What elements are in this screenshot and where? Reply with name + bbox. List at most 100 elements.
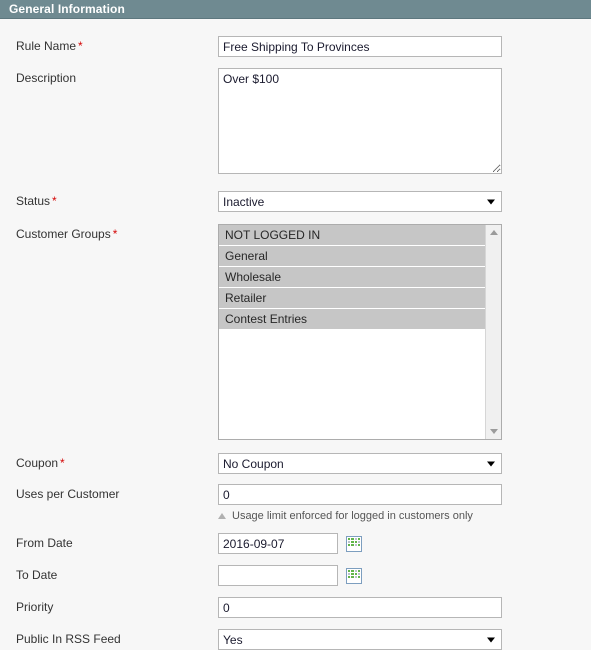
calendar-cell <box>357 540 360 543</box>
list-item[interactable]: NOT LOGGED IN <box>219 225 485 246</box>
label-customer-groups-text: Customer Groups <box>16 227 111 241</box>
control-public-in-rss-feed: Yes <box>218 629 591 650</box>
calendar-cell <box>351 569 354 572</box>
calendar-cell <box>351 543 354 546</box>
calendar-icon[interactable] <box>346 535 362 552</box>
label-from-date-text: From Date <box>16 536 73 550</box>
calendar-cell <box>354 569 357 572</box>
label-status: Status * <box>0 191 218 208</box>
field-row-to-date: To Date <box>0 565 591 586</box>
label-uses-per-customer-text: Uses per Customer <box>16 487 120 501</box>
list-item[interactable]: Retailer <box>219 288 485 309</box>
uses-per-customer-input[interactable] <box>218 484 502 505</box>
calendar-cell <box>351 572 354 575</box>
calendar-cell <box>348 575 351 578</box>
control-to-date <box>218 565 591 586</box>
priority-input[interactable] <box>218 597 502 618</box>
uses-per-customer-note: Usage limit enforced for logged in custo… <box>218 510 591 522</box>
calendar-cell <box>357 569 360 572</box>
calendar-cell <box>357 575 360 578</box>
general-information-form: Rule Name* Description Over $100 Status*… <box>0 36 591 650</box>
required-asterisk: * <box>112 227 118 241</box>
control-description: Over $100 <box>218 68 591 174</box>
field-row-priority: Priority <box>0 597 591 618</box>
calendar-cell <box>357 572 360 575</box>
calendar-cell <box>354 537 357 540</box>
calendar-icon-grid <box>348 537 360 546</box>
description-textarea[interactable]: Over $100 <box>218 68 502 174</box>
customer-groups-option-list: NOT LOGGED IN General Wholesale Retailer… <box>219 225 485 439</box>
label-status-text: Status <box>16 194 51 208</box>
customer-groups-multiselect[interactable]: NOT LOGGED IN General Wholesale Retailer… <box>218 224 502 440</box>
scroll-down-arrow-icon[interactable] <box>489 429 498 434</box>
section-header: General Information <box>0 0 591 19</box>
status-select[interactable]: Inactive <box>218 191 502 212</box>
label-coupon-text: Coupon <box>16 456 59 470</box>
label-description-text: Description <box>16 71 77 85</box>
list-item[interactable]: General <box>219 246 485 267</box>
field-row-description: Description Over $100 <box>0 68 591 174</box>
calendar-cell <box>357 537 360 540</box>
public-in-rss-feed-select-value: Yes <box>223 632 243 647</box>
section-header-title: General Information <box>9 2 125 16</box>
calendar-cell <box>351 575 354 578</box>
uses-per-customer-note-text: Usage limit enforced for logged in custo… <box>232 510 473 522</box>
calendar-cell <box>348 537 351 540</box>
rule-name-input[interactable] <box>218 36 502 57</box>
calendar-cell <box>354 540 357 543</box>
label-to-date: To Date <box>0 565 218 582</box>
calendar-cell <box>348 569 351 572</box>
label-uses-per-customer: Uses per Customer <box>0 484 218 501</box>
field-row-status: Status * Inactive <box>0 191 591 212</box>
chevron-down-icon <box>487 461 495 466</box>
label-customer-groups: Customer Groups * <box>0 224 218 241</box>
calendar-cell <box>357 543 360 546</box>
label-public-in-rss-feed: Public In RSS Feed <box>0 629 218 646</box>
calendar-cell <box>348 540 351 543</box>
public-in-rss-feed-select-box[interactable]: Yes <box>218 629 502 650</box>
customer-groups-scrollbar[interactable] <box>485 225 501 439</box>
calendar-cell <box>354 543 357 546</box>
public-in-rss-feed-select[interactable]: Yes <box>218 629 502 650</box>
label-coupon: Coupon * <box>0 453 218 470</box>
control-rule-name <box>218 36 591 57</box>
status-select-value: Inactive <box>223 194 265 209</box>
from-date-input[interactable] <box>218 533 338 554</box>
coupon-select-box[interactable]: No Coupon <box>218 453 502 474</box>
label-rule-name-text: Rule Name <box>16 39 77 53</box>
label-description: Description <box>0 68 218 85</box>
control-uses-per-customer: Usage limit enforced for logged in custo… <box>218 484 591 522</box>
label-rule-name: Rule Name * <box>0 36 218 53</box>
list-item[interactable]: Contest Entries <box>219 309 485 330</box>
required-asterisk: * <box>60 456 65 470</box>
calendar-icon-grid <box>348 569 360 578</box>
calendar-cell <box>351 537 354 540</box>
to-date-input[interactable] <box>218 565 338 586</box>
to-date-row <box>218 565 591 586</box>
control-customer-groups: NOT LOGGED IN General Wholesale Retailer… <box>218 224 591 440</box>
coupon-select-value: No Coupon <box>223 456 284 471</box>
calendar-cell <box>348 543 351 546</box>
field-row-customer-groups: Customer Groups * NOT LOGGED IN General W… <box>0 224 591 440</box>
required-asterisk: * <box>52 194 57 208</box>
control-from-date <box>218 533 591 554</box>
label-from-date: From Date <box>0 533 218 550</box>
calendar-cell <box>351 540 354 543</box>
list-item[interactable]: Wholesale <box>219 267 485 288</box>
field-row-coupon: Coupon * No Coupon <box>0 453 591 474</box>
label-priority: Priority <box>0 597 218 614</box>
calendar-icon[interactable] <box>346 567 362 584</box>
coupon-select[interactable]: No Coupon <box>218 453 502 474</box>
control-coupon: No Coupon <box>218 453 591 474</box>
calendar-cell <box>354 575 357 578</box>
field-row-rule-name: Rule Name * <box>0 36 591 57</box>
chevron-down-icon <box>487 637 495 642</box>
label-priority-text: Priority <box>16 600 54 614</box>
status-select-box[interactable]: Inactive <box>218 191 502 212</box>
scroll-up-arrow-icon[interactable] <box>489 230 498 235</box>
calendar-cell <box>354 572 357 575</box>
label-public-in-rss-feed-text: Public In RSS Feed <box>16 632 121 646</box>
chevron-down-icon <box>487 199 495 204</box>
from-date-row <box>218 533 591 554</box>
calendar-cell <box>348 572 351 575</box>
